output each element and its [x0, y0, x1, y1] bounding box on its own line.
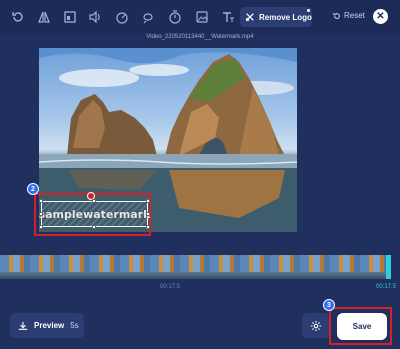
video-filename: Video_220520113440__Watermark.mp4: [146, 34, 254, 40]
rotate-icon[interactable]: [9, 8, 27, 26]
timeline-end-handle[interactable]: [386, 255, 391, 279]
watermark-selection[interactable]: samplewatermark: [38, 201, 151, 227]
active-dot: [307, 9, 310, 12]
preview-button[interactable]: Preview 5s: [10, 313, 84, 338]
resize-handle[interactable]: [39, 199, 43, 203]
reset-label: Reset: [344, 11, 365, 20]
watermark-text: samplewatermark: [38, 207, 151, 221]
remove-logo-label: Remove Logo: [259, 12, 312, 22]
editor-toolbar: Remove Logo Reset ✕: [0, 0, 400, 34]
close-button[interactable]: ✕: [373, 9, 388, 24]
download-icon: [18, 321, 28, 330]
image-icon[interactable]: [193, 8, 211, 26]
resize-handle[interactable]: [92, 225, 96, 229]
step-badge-3: 3: [323, 299, 335, 311]
current-time: 00:17.5: [160, 284, 181, 290]
volume-icon[interactable]: [86, 8, 104, 26]
gear-icon: [310, 320, 322, 331]
text-icon[interactable]: [219, 8, 237, 26]
step-badge-2: 2: [27, 183, 39, 195]
resize-handle[interactable]: [39, 225, 43, 229]
resize-handle[interactable]: [92, 199, 96, 203]
settings-button[interactable]: [302, 313, 330, 338]
remove-logo-icon: [245, 13, 254, 22]
timer-icon[interactable]: [166, 8, 184, 26]
resize-handle[interactable]: [146, 212, 150, 216]
crop-icon[interactable]: [61, 8, 79, 26]
close-icon: ✕: [376, 11, 385, 22]
speed-icon[interactable]: [113, 8, 131, 26]
end-time: 00:17.5: [376, 284, 397, 290]
reset-button[interactable]: Reset: [333, 11, 365, 20]
loop-icon[interactable]: [139, 8, 157, 26]
save-label: Save: [352, 322, 372, 331]
preview-duration: 5s: [70, 321, 79, 330]
resize-handle[interactable]: [146, 199, 150, 203]
resize-handle[interactable]: [39, 212, 43, 216]
remove-logo-button[interactable]: Remove Logo: [240, 7, 312, 27]
timeline-track[interactable]: [0, 255, 391, 279]
reset-icon: [333, 12, 340, 19]
flip-icon[interactable]: [35, 8, 53, 26]
save-button[interactable]: Save: [337, 313, 387, 340]
resize-handle[interactable]: [146, 225, 150, 229]
preview-label: Preview: [34, 321, 65, 330]
